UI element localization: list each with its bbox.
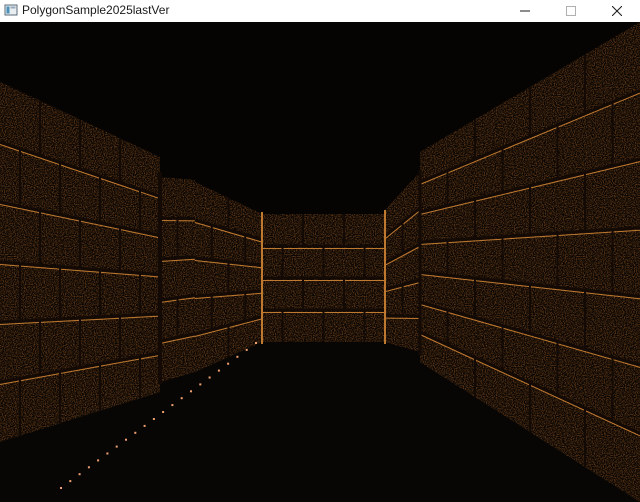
floor-sparkle [143,424,146,427]
floor-sparkle [125,438,127,441]
floor-sparkle [152,418,155,420]
floor-sparkle [60,487,62,489]
minimize-icon [520,10,530,12]
floor-sparkle [255,342,257,344]
floor-sparkle [106,452,109,455]
title-bar[interactable]: PolygonSample2025lastVer [0,0,640,22]
floor-sparkle [78,473,81,476]
app-window: PolygonSample2025lastVer [0,0,640,502]
floor-sparkle [115,445,118,448]
floor-sparkle [227,362,230,365]
floor-sparkle [199,383,202,386]
game-viewport[interactable] [0,22,640,502]
floor-sparkle [236,355,239,358]
floor-sparkle [190,390,192,393]
floor-sparkle [87,466,90,469]
close-icon [612,6,622,16]
floor-sparkle [171,404,174,407]
floor-sparkle [69,480,72,483]
minimize-button[interactable] [502,0,548,22]
floor-sparkle [217,369,220,372]
floor-sparkle [162,411,165,413]
floor-sparkle [97,459,100,462]
maximize-button[interactable] [548,0,594,22]
floor-sparkle [245,348,248,351]
dungeon-corridor-scene [0,22,640,502]
left-step-wall-shade [160,177,195,382]
close-button[interactable] [594,0,640,22]
window-title: PolygonSample2025lastVer [22,3,170,17]
floor-sparkle [134,431,137,434]
maximize-icon [566,6,576,16]
floor-sparkle [208,376,211,379]
floor-sparkle [180,397,183,400]
app-window-icon [4,4,18,16]
